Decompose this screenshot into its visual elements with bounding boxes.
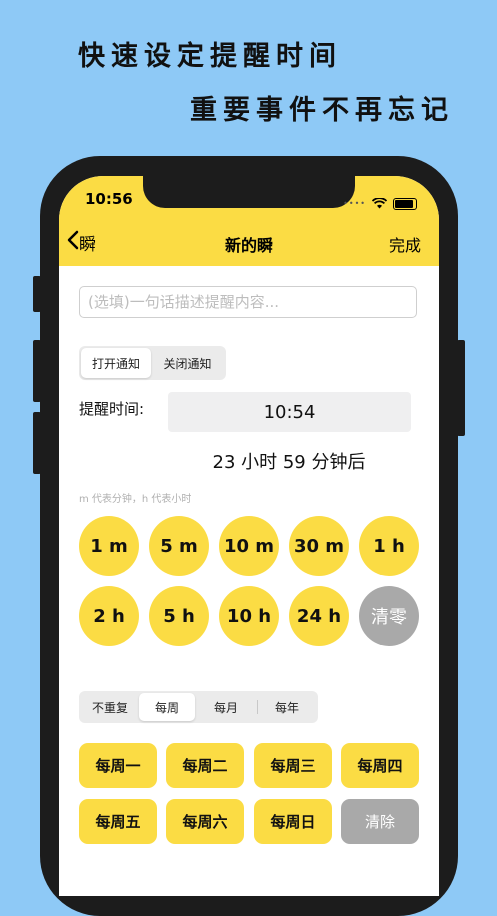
clear-days-button[interactable]: 清除 <box>341 799 419 844</box>
repeat-yearly-option[interactable]: 每年 <box>258 693 316 721</box>
signal-dots-icon: •••• <box>343 199 366 208</box>
quick-time-button[interactable]: 30 m <box>289 516 349 576</box>
clear-time-button[interactable]: 清零 <box>359 586 419 646</box>
app-screen: 10:56 •••• 瞬 新的瞬 完成 打开通知 关闭通知 提醒时间: 10:5… <box>59 176 439 896</box>
notify-on-option[interactable]: 打开通知 <box>81 348 151 378</box>
repeat-monthly-option[interactable]: 每月 <box>195 693 257 721</box>
page-title: 新的瞬 <box>224 236 273 255</box>
unit-hint: m 代表分钟，h 代表小时 <box>79 494 192 505</box>
side-button-power <box>457 340 465 436</box>
quick-time-button[interactable]: 5 h <box>149 586 209 646</box>
countdown-text: 23 小时 59 分钟后 <box>212 452 366 473</box>
notification-segmented-control: 打开通知 关闭通知 <box>79 346 226 380</box>
notify-off-option[interactable]: 关闭通知 <box>151 348 224 378</box>
repeat-none-option[interactable]: 不重复 <box>81 693 139 721</box>
remind-time-label: 提醒时间: <box>79 400 145 418</box>
time-picker[interactable]: 10:54 <box>168 392 411 432</box>
weekday-button-thu[interactable]: 每周四 <box>341 743 419 788</box>
quick-time-button[interactable]: 10 h <box>219 586 279 646</box>
side-button-silent <box>33 276 41 312</box>
promo-line-1: 快速设定提醒时间 <box>78 41 342 72</box>
side-button-volume-down <box>33 412 41 474</box>
quick-time-button[interactable]: 2 h <box>79 586 139 646</box>
description-input[interactable] <box>79 286 417 318</box>
promo-line-2: 重要事件不再忘记 <box>190 95 454 126</box>
weekday-button-tue[interactable]: 每周二 <box>166 743 244 788</box>
status-icons: •••• <box>343 194 417 213</box>
repeat-weekly-option[interactable]: 每周 <box>139 693 195 721</box>
wifi-icon <box>371 194 388 213</box>
done-button[interactable]: 完成 <box>389 232 421 256</box>
quick-time-button[interactable]: 1 h <box>359 516 419 576</box>
quick-time-button[interactable]: 1 m <box>79 516 139 576</box>
repeat-segmented-control: 不重复 每周 每月 每年 <box>79 691 318 723</box>
side-button-volume-up <box>33 340 41 402</box>
battery-icon <box>393 197 417 210</box>
weekday-button-wed[interactable]: 每周三 <box>254 743 332 788</box>
quick-time-button[interactable]: 10 m <box>219 516 279 576</box>
weekday-button-sat[interactable]: 每周六 <box>166 799 244 844</box>
notch <box>143 176 355 208</box>
weekday-button-sun[interactable]: 每周日 <box>254 799 332 844</box>
weekday-button-mon[interactable]: 每周一 <box>79 743 157 788</box>
quick-time-button[interactable]: 24 h <box>289 586 349 646</box>
status-time: 10:56 <box>85 190 133 208</box>
weekday-button-fri[interactable]: 每周五 <box>79 799 157 844</box>
quick-time-button[interactable]: 5 m <box>149 516 209 576</box>
